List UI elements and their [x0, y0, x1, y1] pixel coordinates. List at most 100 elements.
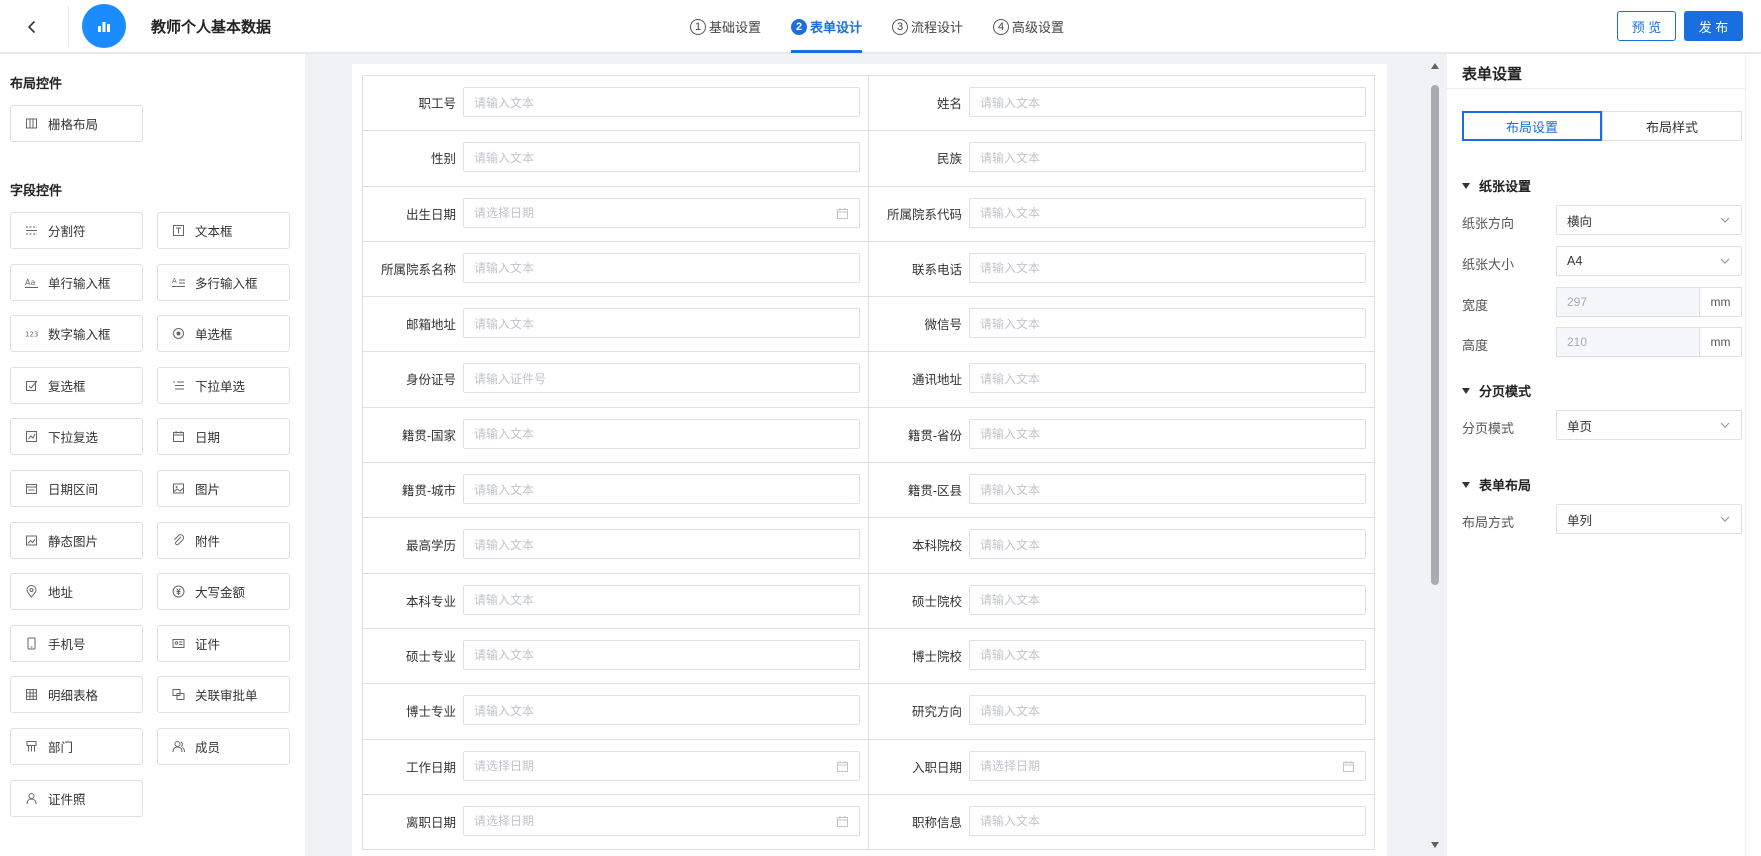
page-mode-select[interactable]: 单页 — [1556, 410, 1742, 440]
form-cell[interactable]: 籍贯-区县 请输入文本 — [869, 463, 1375, 519]
preview-button[interactable]: 预 览 — [1617, 11, 1676, 41]
date-picker-input[interactable]: 请选择日期 — [463, 750, 860, 781]
form-cell[interactable]: 博士院校 请输入文本 — [869, 628, 1375, 685]
form-cell[interactable]: 博士专业 请输入文本 — [363, 684, 869, 740]
form-cell[interactable]: 联系电话 请输入文本 — [869, 241, 1375, 298]
text-input[interactable]: 请输入文本 — [969, 142, 1366, 173]
back-button[interactable] — [18, 13, 46, 41]
field-control-single-line-input[interactable]: Aa 单行输入框 — [10, 263, 143, 301]
publish-button[interactable]: 发 布 — [1684, 11, 1743, 41]
text-input[interactable]: 请输入文本 — [463, 529, 860, 560]
field-control-id-photo[interactable]: 证件照 — [10, 779, 143, 817]
text-input[interactable]: 请输入文本 — [969, 87, 1366, 117]
text-input[interactable]: 请输入文本 — [463, 252, 860, 283]
field-control-calendar[interactable]: 日期 — [157, 418, 290, 456]
field-control-mobile-phone[interactable]: 手机号 — [10, 624, 143, 662]
field-control-yuan[interactable]: 大写金额 — [157, 573, 290, 611]
date-picker-input[interactable]: 请选择日期 — [463, 805, 860, 836]
field-control-multi-line-input[interactable]: A 多行输入框 — [157, 263, 290, 301]
field-control-divider[interactable]: 分割符 — [10, 212, 143, 249]
date-picker-input[interactable]: 请选择日期 — [463, 197, 860, 228]
paper-settings-group[interactable]: 纸张设置 — [1462, 176, 1531, 195]
form-cell[interactable]: 工作日期 请选择日期 — [363, 739, 869, 795]
width-input[interactable]: 297 — [1556, 287, 1699, 317]
field-control-radio[interactable]: 单选框 — [157, 315, 290, 353]
form-cell[interactable]: 姓名 请输入文本 — [869, 76, 1375, 132]
field-control-department[interactable]: 部门 — [10, 728, 143, 765]
text-input[interactable]: 请输入文本 — [463, 418, 860, 449]
text-input[interactable]: 请输入文本 — [463, 695, 860, 726]
tab-layout-style[interactable]: 布局样式 — [1602, 111, 1742, 141]
canvas-scrollbar[interactable] — [1428, 63, 1442, 848]
text-input[interactable]: 请输入文本 — [969, 805, 1366, 836]
step-tab-1[interactable]: 1 基础设置 — [690, 0, 761, 53]
form-cell[interactable]: 硕士专业 请输入文本 — [363, 628, 869, 685]
form-cell[interactable]: 最高学历 请输入文本 — [363, 518, 869, 574]
field-control-dropdown-single[interactable]: 下拉单选 — [157, 366, 290, 404]
form-cell[interactable]: 本科专业 请输入文本 — [363, 573, 869, 629]
paper-size-select[interactable]: A4 — [1556, 246, 1742, 276]
step-tab-3[interactable]: 3 流程设计 — [892, 0, 963, 53]
text-input[interactable]: 请输入文本 — [463, 142, 860, 173]
form-cell[interactable]: 性别 请输入文本 — [363, 131, 869, 187]
field-control-static-image[interactable]: 静态图片 — [10, 521, 143, 559]
form-cell[interactable]: 所属院系代码 请输入文本 — [869, 186, 1375, 242]
field-control-id-card[interactable]: 证件 — [157, 624, 290, 662]
text-input[interactable]: 请输入文本 — [969, 308, 1366, 339]
step-tab-2[interactable]: 2 表单设计 — [791, 0, 863, 53]
field-control-linked-form[interactable]: 关联审批单 — [157, 676, 290, 714]
text-input[interactable]: 请输入文本 — [463, 584, 860, 615]
field-control-member[interactable]: 成员 — [157, 728, 290, 765]
scroll-down-arrow-icon[interactable] — [1431, 842, 1439, 848]
text-input[interactable]: 请输入文本 — [463, 308, 860, 339]
form-layout-group[interactable]: 表单布局 — [1462, 475, 1531, 494]
form-cell[interactable]: 入职日期 请选择日期 — [869, 739, 1375, 795]
field-control-location-pin[interactable]: 地址 — [10, 573, 143, 611]
text-input[interactable]: 请输入文本 — [969, 474, 1366, 505]
form-cell[interactable]: 硕士院校 请输入文本 — [869, 573, 1375, 629]
form-cell[interactable]: 微信号 请输入文本 — [869, 297, 1375, 353]
layout-mode-select[interactable]: 单列 — [1556, 504, 1742, 534]
text-input[interactable]: 请输入证件号 — [463, 363, 860, 394]
form-cell[interactable]: 民族 请输入文本 — [869, 131, 1375, 187]
form-cell[interactable]: 所属院系名称 请输入文本 — [363, 241, 869, 298]
text-input[interactable]: 请输入文本 — [969, 252, 1366, 283]
text-input[interactable]: 请输入文本 — [463, 474, 860, 505]
scroll-up-arrow-icon[interactable] — [1431, 63, 1439, 69]
form-cell[interactable]: 研究方向 请输入文本 — [869, 684, 1375, 740]
text-input[interactable]: 请输入文本 — [463, 87, 860, 117]
field-control-date-range[interactable]: 日期区间 — [10, 470, 143, 507]
field-control-image[interactable]: 图片 — [157, 470, 290, 507]
form-cell[interactable]: 籍贯-省份 请输入文本 — [869, 407, 1375, 464]
field-control-table[interactable]: 明细表格 — [10, 676, 143, 714]
page-mode-group[interactable]: 分页模式 — [1462, 381, 1531, 400]
form-cell[interactable]: 身份证号 请输入证件号 — [363, 352, 869, 408]
text-input[interactable]: 请输入文本 — [969, 639, 1366, 670]
form-cell[interactable]: 籍贯-城市 请输入文本 — [363, 463, 869, 519]
form-cell[interactable]: 通讯地址 请输入文本 — [869, 352, 1375, 408]
field-control-paperclip[interactable]: 附件 — [157, 521, 290, 559]
scroll-thumb[interactable] — [1431, 85, 1439, 585]
layout-control-grid-layout[interactable]: 栅格布局 — [10, 105, 143, 142]
height-input[interactable]: 210 — [1556, 327, 1699, 357]
form-cell[interactable]: 籍贯-国家 请输入文本 — [363, 407, 869, 464]
field-control-checkbox[interactable]: 复选框 — [10, 366, 143, 404]
text-input[interactable]: 请输入文本 — [969, 197, 1366, 228]
form-cell[interactable]: 职工号 请输入文本 — [363, 76, 869, 132]
text-input[interactable]: 请输入文本 — [969, 584, 1366, 615]
form-cell[interactable]: 本科院校 请输入文本 — [869, 518, 1375, 574]
form-cell[interactable]: 职称信息 请输入文本 — [869, 794, 1375, 851]
field-control-dropdown-multi[interactable]: 下拉复选 — [10, 418, 143, 456]
text-input[interactable]: 请输入文本 — [969, 418, 1366, 449]
field-control-textbox[interactable]: 文本框 — [157, 212, 290, 249]
text-input[interactable]: 请输入文本 — [463, 639, 860, 670]
form-cell[interactable]: 离职日期 请选择日期 — [363, 794, 869, 851]
text-input[interactable]: 请输入文本 — [969, 363, 1366, 394]
date-picker-input[interactable]: 请选择日期 — [969, 750, 1366, 781]
paper-direction-select[interactable]: 横向 — [1556, 205, 1742, 235]
form-cell[interactable]: 出生日期 请选择日期 — [363, 186, 869, 242]
step-tab-4[interactable]: 4 高级设置 — [993, 0, 1064, 53]
form-cell[interactable]: 邮箱地址 请输入文本 — [363, 297, 869, 353]
text-input[interactable]: 请输入文本 — [969, 529, 1366, 560]
tab-layout-settings[interactable]: 布局设置 — [1462, 111, 1602, 141]
